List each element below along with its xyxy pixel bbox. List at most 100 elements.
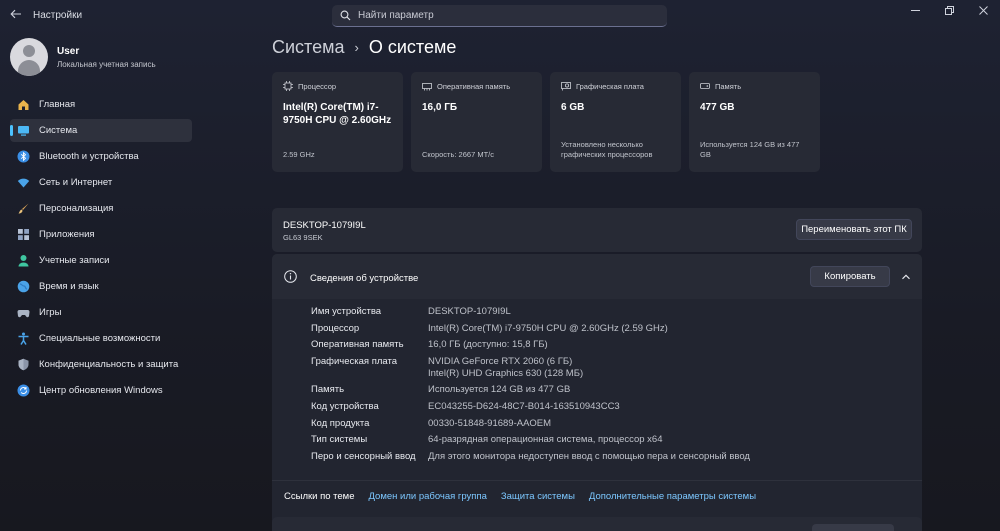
card-foot: Используется 124 GB из 477 GB	[700, 140, 800, 159]
link-system-protection[interactable]: Защита системы	[501, 491, 575, 502]
spec-row: Имя устройства DESKTOP-1079I9L	[311, 306, 750, 318]
link-domain-workgroup[interactable]: Домен или рабочая группа	[369, 491, 487, 502]
chevron-up-icon[interactable]	[900, 270, 912, 282]
system-icon	[16, 124, 30, 138]
card-gpu: Графическая плата 6 GB Установлено неско…	[550, 72, 681, 172]
spec-label: Процессор	[311, 322, 360, 334]
pc-name: DESKTOP-1079I9L	[283, 220, 366, 231]
card-foot: 2.59 GHz	[283, 150, 315, 159]
sidebar-item-label: Приложения	[39, 229, 95, 240]
sidebar-item-accessibility[interactable]: Специальные возможности	[10, 327, 192, 350]
spec-value: NVIDIA GeForce RTX 2060 (6 ГБ) Intel(R) …	[428, 356, 583, 380]
spec-label: Имя устройства	[311, 306, 382, 317]
related-links-label: Ссылки по теме	[284, 490, 355, 502]
sidebar-item-label: Учетные записи	[39, 255, 110, 266]
bluetooth-icon	[16, 150, 30, 164]
globe-icon	[16, 280, 30, 294]
sidebar-item-personalization[interactable]: Персонализация	[10, 197, 192, 220]
sidebar-item-label: Bluetooth и устройства	[39, 151, 139, 162]
card-foot: Скорость: 2667 МТ/с	[422, 150, 494, 159]
sidebar-nav: Главная Система Bluetooth и устройства С…	[10, 93, 192, 405]
device-specifications-header[interactable]: Сведения об устройстве Копировать	[272, 254, 922, 299]
account-icon	[16, 254, 30, 268]
back-arrow-icon[interactable]	[8, 8, 24, 24]
spec-label: Перо и сенсорный ввод	[311, 450, 416, 462]
user-profile[interactable]: User Локальная учетная запись	[10, 37, 156, 77]
search-input[interactable]	[358, 10, 648, 21]
close-icon[interactable]	[966, 0, 1000, 20]
sidebar-item-label: Время и язык	[39, 281, 99, 292]
card-ram: Оперативная память 16,0 ГБ Скорость: 266…	[411, 72, 542, 172]
spec-label: Код продукта	[311, 417, 370, 429]
shield-icon	[16, 358, 30, 372]
sidebar-item-label: Система	[39, 125, 78, 136]
spec-row: Процессор Intel(R) Core(TM) i7-9750H CPU…	[311, 323, 750, 335]
card-storage: Память 477 GB Используется 124 GB из 477…	[689, 72, 820, 172]
cpu-icon	[283, 81, 293, 91]
profile-name: User	[57, 45, 80, 57]
spec-label: Оперативная память	[311, 339, 404, 351]
card-foot: Установлено несколько графических процес…	[561, 140, 653, 159]
gpu-icon	[561, 81, 571, 91]
spec-row: Оперативная память 16,0 ГБ (доступно: 15…	[311, 339, 750, 351]
sidebar-item-label: Специальные возможности	[39, 333, 161, 344]
sidebar-item-apps[interactable]: Приложения	[10, 223, 192, 246]
sidebar-item-system[interactable]: Система	[10, 119, 192, 142]
search-icon	[332, 10, 358, 21]
spec-label: Графическая плата	[311, 355, 398, 367]
spec-label: Тип системы	[311, 434, 368, 446]
sidebar-item-network[interactable]: Сеть и Интернет	[10, 171, 192, 194]
gamepad-icon	[16, 306, 30, 320]
wifi-icon	[16, 176, 30, 190]
spec-row: Графическая плата NVIDIA GeForce RTX 206…	[311, 356, 750, 380]
spec-label: Память	[311, 384, 345, 396]
card-value: 6 GB	[561, 102, 585, 113]
home-icon	[16, 98, 30, 112]
sidebar-item-gaming[interactable]: Игры	[10, 301, 192, 324]
spec-value: EC043255-D624-48C7-B014-163510943CC3	[428, 400, 620, 412]
maximize-icon[interactable]	[932, 0, 966, 20]
card-value: Intel(R) Core(TM) i7-9750H CPU @ 2.60GHz	[283, 102, 392, 126]
sidebar-item-accounts[interactable]: Учетные записи	[10, 249, 192, 272]
minimize-icon[interactable]	[898, 0, 932, 20]
card-value: 16,0 ГБ	[422, 102, 458, 113]
search-box[interactable]	[332, 5, 667, 27]
sidebar-item-time-language[interactable]: Время и язык	[10, 275, 192, 298]
spec-value: Для этого монитора недоступен ввод с пом…	[428, 450, 750, 462]
page-title: О системе	[368, 37, 457, 57]
sidebar-item-label: Сеть и Интернет	[39, 177, 113, 188]
card-title: Память	[715, 81, 742, 91]
sidebar-item-bluetooth[interactable]: Bluetooth и устройства	[10, 145, 192, 168]
sidebar-item-label: Конфиденциальность и защита	[39, 359, 179, 370]
card-title: Оперативная память	[437, 81, 511, 91]
breadcrumb-parent[interactable]: Система	[272, 37, 345, 58]
spec-value-line: NVIDIA GeForce RTX 2060 (6 ГБ)	[428, 355, 573, 367]
card-title: Процессор	[298, 81, 337, 91]
spec-row: Перо и сенсорный ввод Для этого монитора…	[311, 451, 750, 463]
sidebar-item-privacy[interactable]: Конфиденциальность и защита	[10, 353, 192, 376]
related-links: Ссылки по теме Домен или рабочая группа …	[272, 480, 922, 511]
info-icon	[284, 270, 297, 283]
sidebar-item-windows-update[interactable]: Центр обновления Windows	[10, 379, 192, 402]
spec-value: 64-разрядная операционная система, проце…	[428, 434, 663, 446]
link-advanced-system-settings[interactable]: Дополнительные параметры системы	[589, 491, 756, 502]
card-title: Графическая плата	[576, 81, 644, 91]
rename-pc-button[interactable]: Переименовать этот ПК	[796, 219, 912, 240]
sidebar-item-label: Игры	[39, 307, 62, 318]
copy-button-2[interactable]	[812, 524, 894, 531]
chevron-right-icon: ›	[354, 40, 359, 55]
spec-row: Код продукта 00330-51848-91689-AAOEM	[311, 418, 750, 430]
sidebar-item-home[interactable]: Главная	[10, 93, 192, 116]
profile-subtitle: Локальная учетная запись	[57, 59, 156, 69]
spec-row: Память Используется 124 GB из 477 GB	[311, 384, 750, 396]
sidebar-item-label: Центр обновления Windows	[39, 385, 163, 396]
copy-button[interactable]: Копировать	[810, 266, 890, 287]
avatar	[10, 38, 48, 76]
pc-name-panel: DESKTOP-1079I9L GL63 9SEK Переименовать …	[272, 208, 922, 252]
card-processor: Процессор Intel(R) Core(TM) i7-9750H CPU…	[272, 72, 403, 172]
spec-label: Код устройства	[311, 400, 379, 412]
section-title: Сведения об устройстве	[310, 273, 419, 284]
pc-model: GL63 9SEK	[283, 233, 323, 242]
windows-specifications-panel[interactable]	[272, 517, 922, 531]
storage-icon	[700, 81, 710, 91]
